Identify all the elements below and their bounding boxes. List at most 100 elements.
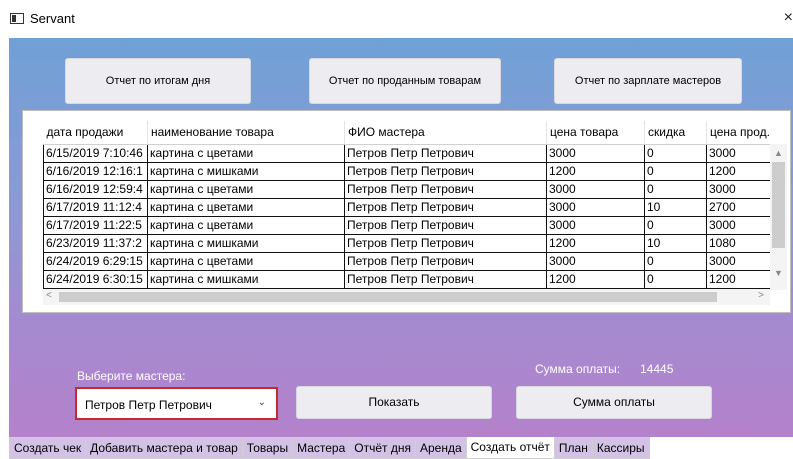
table-cell[interactable]: 1200 xyxy=(546,234,645,253)
table-row[interactable]: 6/23/2019 11:37:2 картина с мишками Петров… xyxy=(43,234,770,253)
tab-2[interactable]: Товары xyxy=(241,437,294,459)
table-row[interactable]: 6/15/2019 7:10:46 картина с цветами Петров… xyxy=(43,144,770,163)
window-title: Servant xyxy=(30,11,75,26)
table-cell[interactable]: Петров Петр Петрович xyxy=(344,162,547,181)
table-cell[interactable]: 6/17/2019 11:22:5 xyxy=(43,216,148,235)
tab-strip: Создать чек Добавить мастера и товар Товар… xyxy=(9,437,650,459)
table-cell[interactable]: картина с цветами xyxy=(147,144,345,163)
table-cell[interactable]: Петров Петр Петрович xyxy=(344,270,547,289)
table-cell[interactable]: 1200 xyxy=(546,162,645,181)
tab-1[interactable]: Добавить мастера и товар xyxy=(85,437,243,459)
table-cell[interactable]: 3000 xyxy=(546,144,645,163)
tab-0[interactable]: Создать чек xyxy=(9,437,87,459)
table-cell[interactable]: 1080 xyxy=(706,234,770,253)
table-cell[interactable]: Петров Петр Петрович xyxy=(344,198,547,217)
table-cell[interactable]: Петров Петр Петрович xyxy=(344,180,547,199)
table-cell[interactable]: 3000 xyxy=(706,216,770,235)
tab-3[interactable]: Мастера xyxy=(292,437,351,459)
sold-goods-report-button[interactable]: Отчет по проданным товарам xyxy=(309,58,501,104)
table-cell[interactable]: Петров Петр Петрович xyxy=(344,216,547,235)
close-icon[interactable]: × xyxy=(777,9,793,27)
table-cell[interactable]: Петров Петр Петрович xyxy=(344,144,547,163)
table-cell[interactable]: 3000 xyxy=(706,252,770,271)
table-cell[interactable]: 6/24/2019 6:29:15 xyxy=(43,252,148,271)
table-row[interactable]: 6/17/2019 11:22:5 картина с цветами Петров… xyxy=(43,216,770,235)
tab-6[interactable]: Создать отчёт xyxy=(465,437,555,459)
sales-grid-frame: дата продажи наименование товара ФИО масте… xyxy=(22,110,791,313)
table-cell[interactable]: 3000 xyxy=(706,144,770,163)
table-cell[interactable]: картина с цветами xyxy=(147,216,345,235)
grid-column-header[interactable]: ФИО мастера xyxy=(344,121,547,145)
daily-report-button[interactable]: Отчет по итогам дня xyxy=(65,58,251,104)
table-row[interactable]: 6/17/2019 11:12:4 картина с цветами Петров… xyxy=(43,198,770,217)
tab-8[interactable]: Кассиры xyxy=(591,437,650,459)
table-cell[interactable]: 0 xyxy=(644,144,707,163)
select-master-label: Выберите мастера: xyxy=(77,369,186,383)
grid-body: 6/15/2019 7:10:46 картина с цветами Петров… xyxy=(43,144,770,289)
table-cell[interactable]: Петров Петр Петрович xyxy=(344,252,547,271)
table-cell[interactable]: 1200 xyxy=(546,270,645,289)
grid-column-header[interactable]: цена прод. xyxy=(706,121,770,145)
table-cell[interactable]: 3000 xyxy=(546,180,645,199)
title-bar: Servant × xyxy=(0,0,793,38)
scroll-right-icon[interactable]: > xyxy=(758,290,764,301)
grid-column-header[interactable]: дата продажи xyxy=(43,121,148,145)
horizontal-scroll-thumb[interactable] xyxy=(59,292,717,302)
table-row[interactable]: 6/24/2019 6:29:15 картина с цветами Петров… xyxy=(43,252,770,271)
payment-sum-button[interactable]: Сумма оплаты xyxy=(516,386,712,419)
payment-sum-label: Сумма оплаты: xyxy=(535,362,621,376)
table-cell[interactable]: картина с цветами xyxy=(147,198,345,217)
scroll-left-icon[interactable]: < xyxy=(46,290,52,301)
table-cell[interactable]: картина с мишками xyxy=(147,234,345,253)
table-cell[interactable]: картина с цветами xyxy=(147,252,345,271)
table-cell[interactable]: 3000 xyxy=(546,198,645,217)
grid-column-header[interactable]: скидка xyxy=(644,121,707,145)
table-cell[interactable]: 0 xyxy=(644,252,707,271)
table-cell[interactable]: 10 xyxy=(644,234,707,253)
table-cell[interactable]: 3000 xyxy=(546,216,645,235)
table-cell[interactable]: 6/17/2019 11:12:4 xyxy=(43,198,148,217)
master-select[interactable]: Петров Петр Петрович ⌄ xyxy=(75,387,278,420)
table-cell[interactable]: 6/23/2019 11:37:2 xyxy=(43,234,148,253)
table-row[interactable]: 6/24/2019 6:30:15 картина с мишками Петров… xyxy=(43,270,770,289)
grid-header-row: дата продажи наименование товара ФИО масте… xyxy=(43,121,770,145)
table-cell[interactable]: 3000 xyxy=(546,252,645,271)
table-cell[interactable]: 0 xyxy=(644,270,707,289)
table-cell[interactable]: Петров Петр Петрович xyxy=(344,234,547,253)
main-panel: Отчет по итогам дня Отчет по проданным т… xyxy=(9,38,793,437)
vertical-scroll-thumb[interactable] xyxy=(772,162,785,248)
table-cell[interactable]: 0 xyxy=(644,216,707,235)
table-cell[interactable]: 0 xyxy=(644,180,707,199)
table-cell[interactable]: 6/24/2019 6:30:15 xyxy=(43,270,148,289)
table-cell[interactable]: 2700 xyxy=(706,198,770,217)
grid-column-header[interactable]: цена товара xyxy=(546,121,645,145)
vertical-scrollbar[interactable]: ▲ ▼ xyxy=(770,144,787,290)
table-cell[interactable]: 3000 xyxy=(706,180,770,199)
tab-5[interactable]: Аренда xyxy=(414,437,467,459)
table-cell[interactable]: 10 xyxy=(644,198,707,217)
table-cell[interactable]: 1200 xyxy=(706,270,770,289)
salary-report-button[interactable]: Отчет по зарплате мастеров xyxy=(554,58,742,104)
table-cell[interactable]: картина с мишками xyxy=(147,270,345,289)
table-cell[interactable]: 6/16/2019 12:16:1 xyxy=(43,162,148,181)
table-row[interactable]: 6/16/2019 12:16:1 картина с мишками Петров… xyxy=(43,162,770,181)
table-cell[interactable]: 1200 xyxy=(706,162,770,181)
table-cell[interactable]: картина с мишками xyxy=(147,162,345,181)
sales-grid[interactable]: дата продажи наименование товара ФИО масте… xyxy=(43,121,770,289)
payment-sum-value: 14445 xyxy=(640,362,674,376)
app-window-icon xyxy=(10,13,24,24)
tab-7[interactable]: План xyxy=(553,437,593,459)
table-cell[interactable]: 6/15/2019 7:10:46 xyxy=(43,144,148,163)
table-cell[interactable]: 6/16/2019 12:59:4 xyxy=(43,180,148,199)
tab-4[interactable]: Отчёт дня xyxy=(349,437,416,459)
scroll-up-icon[interactable]: ▲ xyxy=(774,148,783,158)
horizontal-scrollbar[interactable]: < > xyxy=(43,289,770,305)
chevron-down-icon[interactable]: ⌄ xyxy=(258,397,266,408)
table-cell[interactable]: картина с цветами xyxy=(147,180,345,199)
show-button[interactable]: Показать xyxy=(296,386,492,419)
table-row[interactable]: 6/16/2019 12:59:4 картина с цветами Петров… xyxy=(43,180,770,199)
master-select-value: Петров Петр Петрович xyxy=(85,398,212,412)
grid-column-header[interactable]: наименование товара xyxy=(147,121,345,145)
scroll-down-icon[interactable]: ▼ xyxy=(774,268,783,278)
table-cell[interactable]: 0 xyxy=(644,162,707,181)
